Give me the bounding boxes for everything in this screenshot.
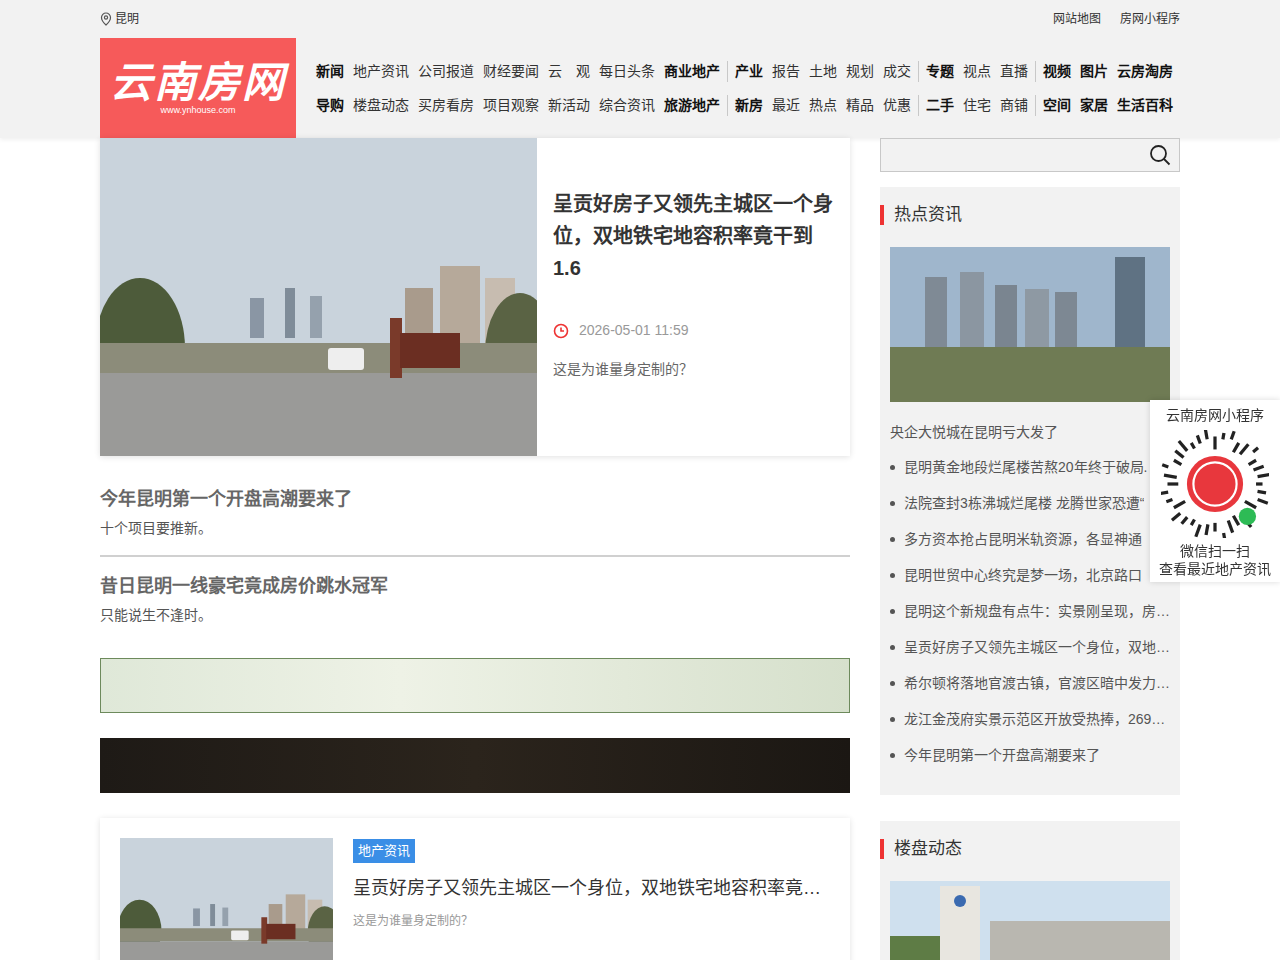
- hot-news-item[interactable]: 龙江金茂府实景示范区开放受热捧，269…: [890, 701, 1170, 737]
- loupan-photo[interactable]: [890, 881, 1170, 960]
- category-tag[interactable]: 地产资讯: [353, 839, 415, 863]
- nav-link[interactable]: 住宅: [963, 95, 991, 116]
- hot-news-item[interactable]: 希尔顿将落地官渡古镇，官渡区暗中发力…: [890, 665, 1170, 701]
- nav-link[interactable]: 新活动: [548, 95, 590, 116]
- nav-link[interactable]: 买房看房: [418, 95, 474, 116]
- nav-link[interactable]: 视点: [963, 61, 991, 82]
- nav-link[interactable]: 产业: [735, 61, 763, 82]
- featured-photo: [100, 138, 537, 456]
- nav-link[interactable]: 精品: [846, 95, 874, 116]
- search-box[interactable]: [880, 138, 1180, 172]
- nav-link[interactable]: 地产资讯: [353, 61, 409, 82]
- hot-news-panel: 热点资讯央企大悦城在昆明亏大发了昆明黄金地段烂尾楼苦熬20年终于破局.法院查封3…: [880, 187, 1180, 795]
- nav-link[interactable]: 新闻: [316, 61, 344, 82]
- location-pin-icon: [100, 12, 112, 26]
- nav-link[interactable]: 导购: [316, 95, 344, 116]
- nav-link[interactable]: 空间: [1043, 95, 1071, 116]
- nav-link[interactable]: 新房: [735, 95, 763, 116]
- nav-link[interactable]: 直播: [1000, 61, 1028, 82]
- top-link[interactable]: 房网小程序: [1120, 10, 1180, 28]
- miniprogram-widget[interactable]: 云南房网小程序微信扫一扫查看最近地产资讯: [1150, 400, 1280, 582]
- hot-news-item[interactable]: 今年昆明第一个开盘高潮要来了: [890, 737, 1170, 773]
- site-logo[interactable]: 云南房网www.ynhouse.com: [100, 38, 296, 138]
- nav-link[interactable]: 图片: [1080, 61, 1108, 82]
- nav-link[interactable]: 生活百科: [1117, 95, 1173, 116]
- hot-news-item[interactable]: 昆明黄金地段烂尾楼苦熬20年终于破局.: [890, 449, 1170, 485]
- nav-link[interactable]: 云房淘房: [1117, 61, 1173, 82]
- nav-link[interactable]: 云 观: [548, 61, 590, 82]
- qr-code-icon: [1161, 430, 1269, 538]
- nav-link[interactable]: 视频: [1043, 61, 1071, 82]
- location[interactable]: 昆明: [100, 10, 139, 28]
- text-article[interactable]: 今年昆明第一个开盘高潮要来了十个项目要推新。: [100, 486, 850, 557]
- nav-link[interactable]: 楼盘动态: [353, 95, 409, 116]
- nav-link[interactable]: 财经要闻: [483, 61, 539, 82]
- nav-link[interactable]: 公司报道: [418, 61, 474, 82]
- nav-link[interactable]: 专题: [926, 61, 954, 82]
- nav-link[interactable]: 热点: [809, 95, 837, 116]
- ad-banner[interactable]: [100, 738, 850, 793]
- loupan-panel: 楼盘动态: [880, 821, 1180, 960]
- nav-link[interactable]: 报告: [772, 61, 800, 82]
- nav-link[interactable]: 规划: [846, 61, 874, 82]
- nav-link[interactable]: 家居: [1080, 95, 1108, 116]
- top-link[interactable]: 网站地图: [1053, 10, 1101, 28]
- nav-link[interactable]: 商业地产: [664, 61, 720, 82]
- site-header: 昆明网站地图房网小程序云南房网www.ynhouse.com新闻地产资讯公司报道…: [0, 0, 1280, 138]
- text-article[interactable]: 昔日昆明一线豪宅竟成房价跳水冠军只能说生不逢时。: [100, 557, 850, 626]
- nav-link[interactable]: 成交: [883, 61, 911, 82]
- hot-news-item[interactable]: 昆明世贸中心终究是梦一场，北京路口: [890, 557, 1170, 593]
- featured-article[interactable]: 呈贡好房子又领先主城区一个身位，双地铁宅地容积率竟干到1.62026-05-01…: [100, 138, 850, 456]
- ad-banner[interactable]: [100, 658, 850, 713]
- hot-news-item[interactable]: 多方资本抢占昆明米轨资源，各显神通: [890, 521, 1170, 557]
- nav-link[interactable]: 土地: [809, 61, 837, 82]
- nav-link[interactable]: 旅游地产: [664, 95, 720, 116]
- main-nav: 新闻地产资讯公司报道财经要闻云 观每日头条商业地产产业报告土地规划成交专题视点直…: [316, 38, 1180, 138]
- nav-link[interactable]: 商铺: [1000, 95, 1028, 116]
- nav-link[interactable]: 优惠: [883, 95, 911, 116]
- nav-link[interactable]: 每日头条: [599, 61, 655, 82]
- article-card[interactable]: 地产资讯呈贡好房子又领先主城区一个身位，双地铁宅地容积率竟…这是为谁量身定制的？: [100, 818, 850, 960]
- article-photo: [120, 838, 333, 960]
- hot-news-item[interactable]: 呈贡好房子又领先主城区一个身位，双地…: [890, 629, 1170, 665]
- nav-link[interactable]: 项目观察: [483, 95, 539, 116]
- clock-icon: [553, 323, 569, 339]
- hot-photo[interactable]: [890, 247, 1170, 402]
- search-icon[interactable]: [1149, 144, 1171, 166]
- hot-news-item[interactable]: 昆明这个新规盘有点牛：实景刚呈现，房…: [890, 593, 1170, 629]
- nav-link[interactable]: 二手: [926, 95, 954, 116]
- nav-link[interactable]: 综合资讯: [599, 95, 655, 116]
- hot-news-item[interactable]: 法院查封3栋沸城烂尾楼 龙腾世家恐遭“: [890, 485, 1170, 521]
- nav-link[interactable]: 最近: [772, 95, 800, 116]
